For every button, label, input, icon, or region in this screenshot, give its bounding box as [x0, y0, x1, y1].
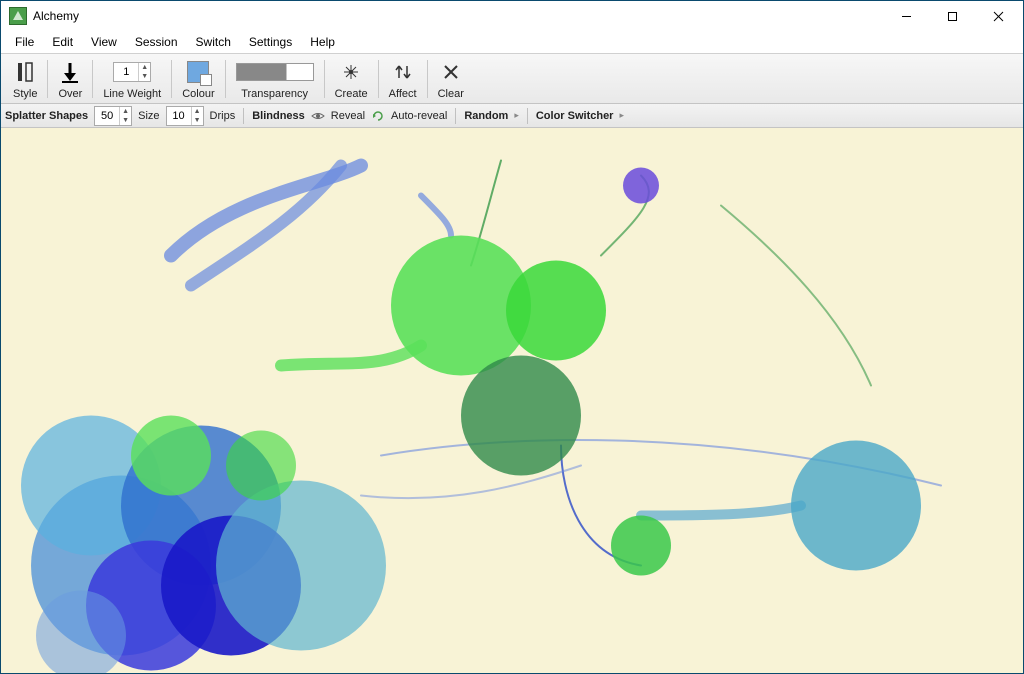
splatter-shapes-label: Splatter Shapes [5, 110, 88, 122]
size-spinner[interactable]: ▲▼ [166, 106, 204, 126]
reveal-button[interactable]: Reveal [331, 110, 365, 122]
size-label: Size [138, 110, 159, 122]
tool-create[interactable]: Create [327, 57, 376, 101]
spinner-down-icon[interactable]: ▼ [119, 116, 131, 125]
subtoolbar: Splatter Shapes ▲▼ Size ▲▼ Drips Blindne… [1, 104, 1023, 128]
spinner-down-icon[interactable]: ▼ [191, 116, 203, 125]
create-icon [341, 62, 361, 82]
affect-icon [393, 62, 413, 82]
menubar: File Edit View Session Switch Settings H… [1, 31, 1023, 53]
spinner-up-icon[interactable]: ▲ [119, 107, 131, 116]
tool-transparency[interactable]: Transparency [228, 57, 322, 101]
toolbar: Style Over ▲▼ Line Weight Colour [1, 53, 1023, 104]
auto-reveal-icon [371, 109, 385, 123]
maximize-icon [947, 11, 958, 22]
minimize-button[interactable] [883, 1, 929, 31]
titlebar: Alchemy [1, 1, 1023, 31]
auto-reveal-toggle[interactable]: Auto-reveal [391, 110, 447, 122]
line-weight-input[interactable] [114, 66, 138, 78]
tool-style[interactable]: Style [5, 57, 45, 101]
menu-file[interactable]: File [7, 33, 42, 51]
transparency-slider[interactable] [236, 63, 314, 81]
chevron-right-icon: ▸ [619, 110, 624, 121]
colour-swatch-icon[interactable] [187, 61, 209, 83]
spinner-down-icon[interactable]: ▼ [138, 72, 150, 81]
drips-toggle[interactable]: Drips [210, 110, 236, 122]
spinner-up-icon[interactable]: ▲ [138, 63, 150, 72]
blindness-label: Blindness [252, 110, 305, 122]
tool-clear[interactable]: Clear [430, 57, 472, 101]
tool-affect[interactable]: Affect [381, 57, 425, 101]
canvas-artwork [1, 128, 1023, 673]
app-window: Alchemy File Edit View Session Switch Se… [0, 0, 1024, 674]
tool-line-weight: ▲▼ Line Weight [95, 57, 169, 101]
line-weight-spinner[interactable]: ▲▼ [113, 62, 151, 82]
window-title: Alchemy [33, 9, 79, 23]
random-label[interactable]: Random [464, 110, 508, 122]
menu-help[interactable]: Help [302, 33, 343, 51]
menu-edit[interactable]: Edit [44, 33, 81, 51]
close-button[interactable] [975, 1, 1021, 31]
chevron-right-icon: ▸ [514, 110, 519, 121]
spinner-up-icon[interactable]: ▲ [191, 107, 203, 116]
over-icon [59, 61, 81, 83]
reveal-icon [311, 109, 325, 123]
close-icon [993, 11, 1004, 22]
clear-icon [441, 62, 461, 82]
menu-session[interactable]: Session [127, 33, 186, 51]
maximize-button[interactable] [929, 1, 975, 31]
tool-over[interactable]: Over [50, 57, 90, 101]
splatter-shapes-input[interactable] [95, 110, 119, 122]
menu-settings[interactable]: Settings [241, 33, 300, 51]
splatter-shapes-spinner[interactable]: ▲▼ [94, 106, 132, 126]
size-input[interactable] [167, 110, 191, 122]
color-switcher-label[interactable]: Color Switcher [536, 110, 614, 122]
tool-colour[interactable]: Colour [174, 57, 222, 101]
menu-view[interactable]: View [83, 33, 125, 51]
minimize-icon [901, 11, 912, 22]
canvas[interactable] [1, 128, 1023, 673]
menu-switch[interactable]: Switch [188, 33, 239, 51]
app-icon [9, 7, 27, 25]
style-icon [15, 61, 35, 83]
